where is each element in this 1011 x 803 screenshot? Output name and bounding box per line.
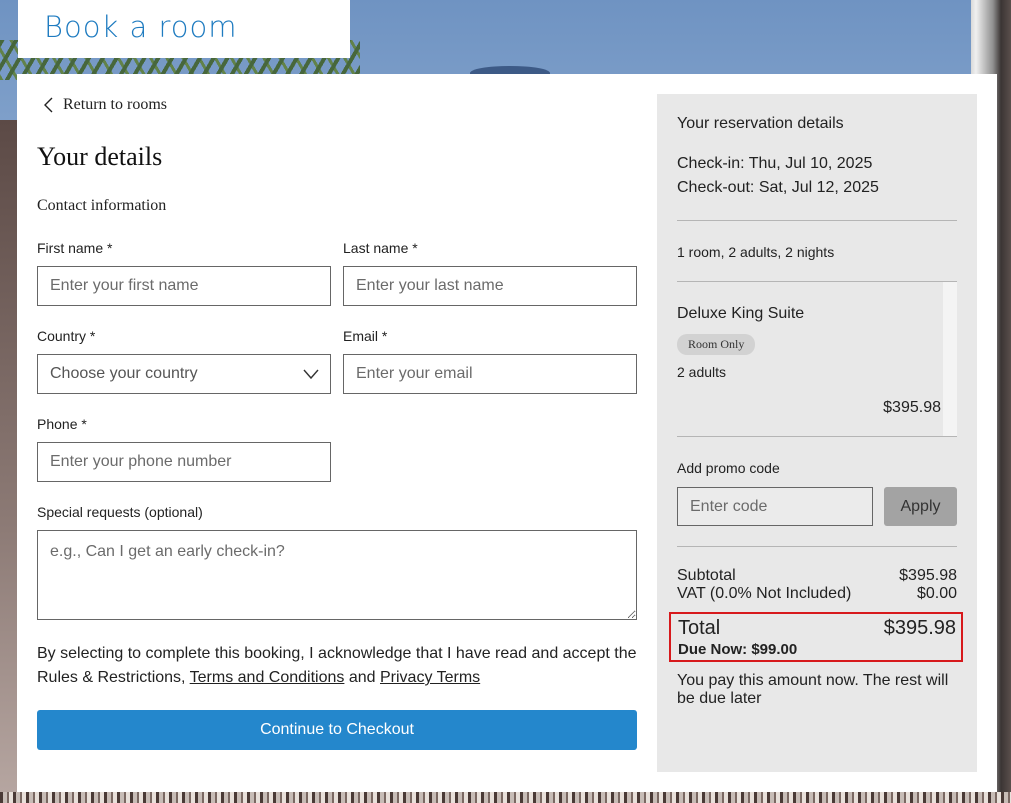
total-value: $395.98 [883, 617, 956, 639]
room-guests: 2 adults [677, 364, 727, 380]
divider [677, 546, 957, 547]
room-list[interactable]: Deluxe King Suite Room Only 2 adults $39… [677, 282, 957, 436]
occupancy-summary: 1 room, 2 adults, 2 nights [677, 244, 835, 260]
subtotal-label: Subtotal [677, 567, 736, 584]
continue-to-checkout-button[interactable]: Continue to Checkout [37, 710, 637, 750]
chevron-down-icon [303, 369, 319, 380]
special-requests-label: Special requests (optional) [37, 504, 203, 520]
return-to-rooms-link[interactable]: Return to rooms [41, 96, 167, 114]
country-select-value: Choose your country [50, 365, 198, 382]
form-heading: Your details [37, 142, 163, 171]
subtotal-value: $395.98 [899, 567, 957, 584]
special-requests-field[interactable] [37, 530, 637, 620]
vat-row: VAT (0.0% Not Included) $0.00 [677, 585, 957, 603]
promo-code-field[interactable] [677, 487, 873, 526]
floor [0, 792, 1011, 803]
phone-field[interactable] [37, 442, 331, 482]
total-label: Total [678, 617, 721, 639]
email-label: Email * [343, 328, 388, 344]
promo-code-label: Add promo code [677, 460, 780, 476]
section-heading: Contact information [37, 197, 167, 214]
legal-and: and [344, 669, 380, 686]
legal-acknowledgement: By selecting to complete this booking, I… [37, 642, 647, 690]
country-label: Country * [37, 328, 96, 344]
room-price: $395.98 [883, 399, 941, 416]
room-name: Deluxe King Suite [677, 305, 805, 322]
summary-title: Your reservation details [677, 115, 844, 132]
country-select[interactable]: Choose your country [37, 354, 331, 394]
phone-label: Phone * [37, 416, 87, 432]
check-out-date: Check-out: Sat, Jul 12, 2025 [677, 179, 879, 196]
payment-note: You pay this amount now. The rest will b… [677, 672, 949, 707]
total-highlight: Total $395.98 Due Now: $99.00 [669, 612, 963, 662]
last-name-label: Last name * [343, 240, 418, 256]
title-tab: Book a room [18, 0, 350, 58]
check-in-date: Check-in: Thu, Jul 10, 2025 [677, 155, 873, 172]
subtotal-row: Subtotal $395.98 [677, 567, 957, 585]
terms-link[interactable]: Terms and Conditions [190, 669, 345, 686]
chevron-left-icon [44, 97, 53, 113]
vat-value: $0.00 [916, 585, 957, 602]
divider [677, 436, 957, 437]
apply-promo-button[interactable]: Apply [884, 487, 957, 526]
booking-card: Return to rooms Your details Contact inf… [17, 74, 997, 792]
privacy-link[interactable]: Privacy Terms [380, 669, 480, 686]
first-name-label: First name * [37, 240, 113, 256]
divider [677, 220, 957, 221]
due-now: Due Now: $99.00 [678, 641, 798, 658]
page-title: Book a room [44, 10, 238, 44]
first-name-field[interactable] [37, 266, 331, 306]
reservation-summary: Your reservation details Check-in: Thu, … [657, 94, 977, 772]
last-name-field[interactable] [343, 266, 637, 306]
vat-label: VAT (0.0% Not Included) [677, 585, 852, 602]
room-list-scrollbar[interactable] [943, 282, 957, 436]
return-to-rooms-label: Return to rooms [63, 96, 167, 113]
rate-badge: Room Only [677, 334, 756, 355]
email-field[interactable] [343, 354, 637, 394]
